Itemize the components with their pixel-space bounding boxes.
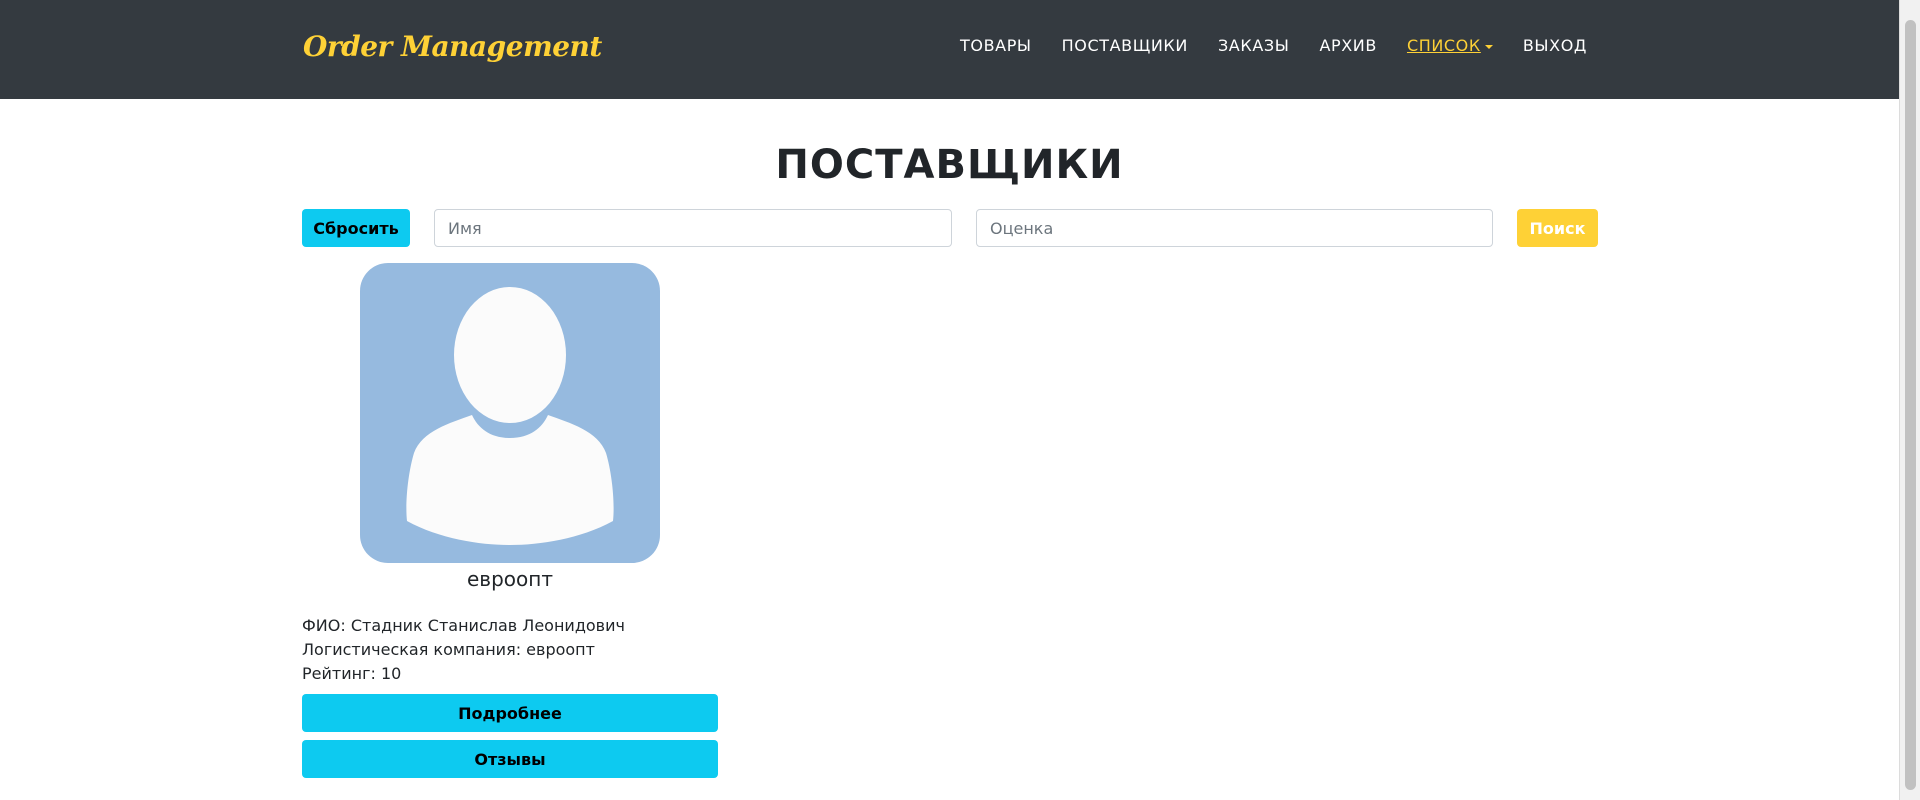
fio-label: ФИО:	[302, 616, 346, 635]
rating-search-input[interactable]	[976, 209, 1493, 247]
nav-item-orders[interactable]: ЗАКАЗЫ	[1218, 36, 1289, 55]
supplier-rating: Рейтинг: 10	[302, 664, 401, 683]
name-search-input[interactable]	[434, 209, 952, 247]
page-title: ПОСТАВЩИКИ	[775, 142, 1124, 188]
navbar: Order Management ТОВАРЫ ПОСТАВЩИКИ ЗАКАЗ…	[0, 0, 1899, 99]
rating-label: Рейтинг:	[302, 664, 376, 683]
supplier-fio: ФИО: Стадник Станислав Леонидович	[302, 616, 625, 635]
reset-button[interactable]: Сбросить	[302, 209, 410, 247]
brand-logo[interactable]: Order Management	[303, 30, 602, 63]
user-silhouette-icon	[406, 287, 614, 545]
nav-item-products[interactable]: ТОВАРЫ	[960, 36, 1032, 55]
search-button[interactable]: Поиск	[1517, 209, 1598, 247]
nav-item-archive[interactable]: АРХИВ	[1319, 36, 1377, 55]
supplier-company: Логистическая компания: евроопт	[302, 640, 595, 659]
rating-value: 10	[380, 664, 402, 683]
nav-menu: ТОВАРЫ ПОСТАВЩИКИ ЗАКАЗЫ АРХИВ СПИСОК ВЫ…	[960, 36, 1587, 55]
nav-item-list-label: СПИСОК	[1406, 36, 1481, 55]
scrollbar-thumb[interactable]	[1905, 20, 1916, 790]
fio-value: Стадник Станислав Леонидович	[350, 616, 625, 635]
nav-item-list-dropdown[interactable]: СПИСОК	[1407, 36, 1493, 55]
supplier-name: евроопт	[467, 567, 553, 591]
page: Order Management ТОВАРЫ ПОСТАВЩИКИ ЗАКАЗ…	[0, 0, 1920, 800]
details-button[interactable]: Подробнее	[302, 694, 718, 732]
company-label: Логистическая компания:	[302, 640, 522, 659]
caret-down-icon	[1484, 44, 1493, 49]
vertical-scrollbar[interactable]	[1899, 0, 1920, 800]
nav-item-suppliers[interactable]: ПОСТАВЩИКИ	[1062, 36, 1188, 55]
reviews-button[interactable]: Отзывы	[302, 740, 718, 778]
supplier-avatar	[360, 263, 660, 563]
nav-item-logout[interactable]: ВЫХОД	[1523, 36, 1587, 55]
company-value: евроопт	[526, 640, 595, 659]
